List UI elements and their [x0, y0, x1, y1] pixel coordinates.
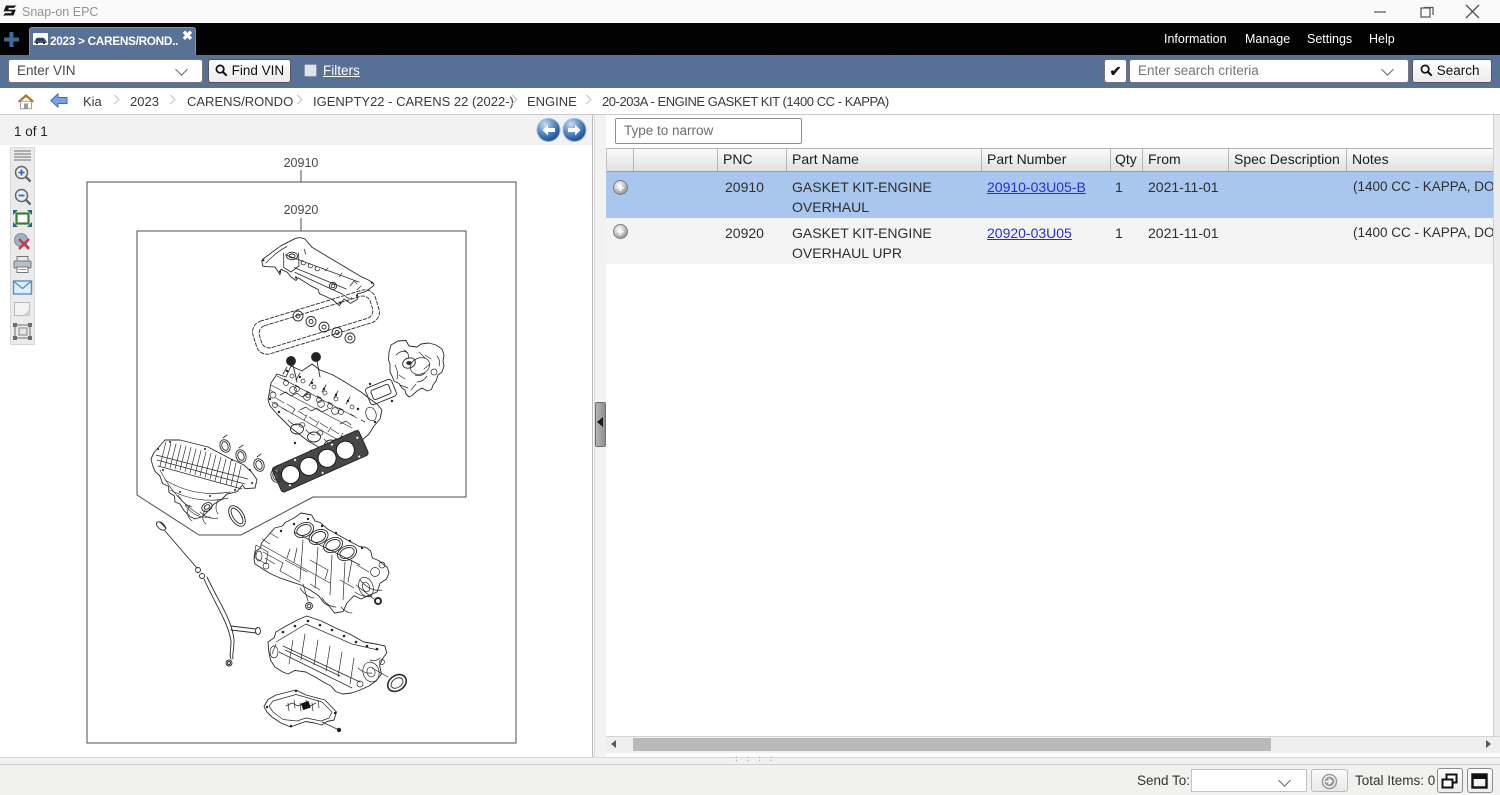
svg-text:20910: 20910: [284, 156, 319, 170]
svg-text:20920: 20920: [284, 203, 319, 217]
